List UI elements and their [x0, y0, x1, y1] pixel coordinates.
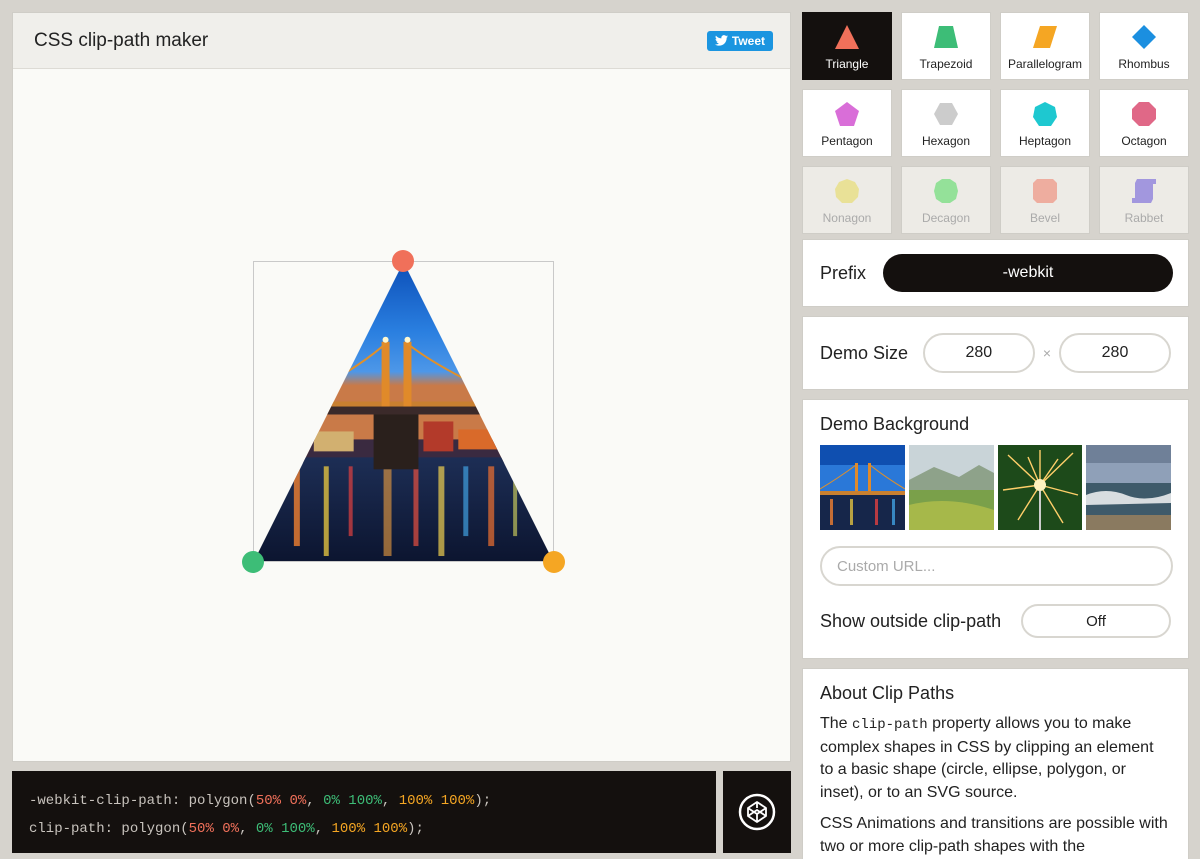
shape-hexagon[interactable]: Hexagon	[901, 89, 991, 157]
code-separator: ,	[306, 793, 324, 809]
hexagon-icon	[934, 103, 958, 125]
nonagon-icon	[835, 179, 859, 203]
shape-rhombus[interactable]: Rhombus	[1099, 12, 1189, 80]
parallelogram-icon	[1033, 26, 1057, 48]
about-p1-pre: The	[820, 715, 853, 732]
about-card: About Clip Paths The clip-path property …	[802, 668, 1189, 859]
tweet-button[interactable]: Tweet	[706, 30, 773, 51]
app-title: CSS clip-path maker	[34, 29, 209, 51]
demo-background-card: Demo Background Custom URL... Show outsi…	[802, 399, 1189, 659]
prefix-card: Prefix -webkit	[802, 239, 1189, 307]
demo-header: CSS clip-path maker Tweet	[13, 13, 790, 69]
code-property: clip-path:	[29, 821, 122, 837]
code-point-2: 0% 100%	[323, 793, 382, 809]
trapezoid-icon	[934, 26, 958, 48]
shape-pentagon[interactable]: Pentagon	[802, 89, 892, 157]
code-end: );	[474, 793, 492, 809]
shape-heptagon[interactable]: Heptagon	[1000, 89, 1090, 157]
bevel-icon	[1033, 179, 1057, 203]
show-outside-toggle[interactable]: Off	[1021, 604, 1171, 638]
shape-trapezoid[interactable]: Trapezoid	[901, 12, 991, 80]
code-separator: ,	[381, 793, 399, 809]
code-separator: ,	[239, 821, 256, 837]
code-function: polygon(	[121, 821, 189, 837]
background-thumbnails	[820, 445, 1171, 530]
heptagon-icon	[1033, 102, 1057, 126]
shape-parallelogram[interactable]: Parallelogram	[1000, 12, 1090, 80]
custom-url-input[interactable]	[820, 546, 1173, 586]
about-paragraph-1: The clip-path property allows you to mak…	[820, 713, 1171, 804]
shape-label: Bevel	[1029, 211, 1061, 225]
bridge-night-photo	[254, 262, 553, 561]
handle-bottom-left[interactable]	[242, 551, 264, 573]
pentagon-icon	[835, 102, 859, 126]
shape-rabbet[interactable]: Rabbet	[1099, 166, 1189, 234]
code-separator: ,	[314, 821, 332, 837]
shape-decagon[interactable]: Decagon	[901, 166, 991, 234]
handle-bottom-right[interactable]	[543, 551, 565, 573]
shape-octagon[interactable]: Octagon	[1099, 89, 1189, 157]
code-point-2: 0% 100%	[255, 821, 315, 837]
demo-area	[13, 70, 790, 761]
octagon-icon	[1132, 102, 1156, 126]
code-property: -webkit-clip-path:	[29, 793, 189, 809]
demo-panel: CSS clip-path maker Tweet	[12, 12, 791, 762]
size-inputs: ×	[922, 333, 1171, 373]
shape-label: Hexagon	[921, 134, 971, 148]
code-point-1: 50% 0%	[255, 793, 307, 809]
show-outside-row: Show outside clip-path Off	[820, 604, 1171, 638]
shape-triangle[interactable]: Triangle	[802, 12, 892, 80]
shape-label: Octagon	[1121, 134, 1167, 148]
thumb-bridge-night[interactable]	[820, 445, 905, 530]
clip-bounding-box	[253, 261, 554, 562]
prefix-toggle[interactable]: -webkit	[883, 254, 1173, 292]
shape-label: Pentagon	[821, 134, 873, 148]
demo-size-label: Demo Size	[820, 342, 909, 363]
thumb-sparkler[interactable]	[997, 445, 1083, 530]
code-line-standard: clip-path: polygon(50% 0%, 0% 100%, 100%…	[29, 815, 716, 843]
times-sign: ×	[1042, 345, 1051, 361]
triangle-icon	[835, 25, 859, 49]
about-p1-code: clip-path	[852, 717, 928, 733]
shape-label: Rhombus	[1118, 57, 1170, 71]
clipped-photo	[254, 262, 553, 561]
shape-label: Parallelogram	[1007, 57, 1083, 71]
shape-label: Heptagon	[1018, 134, 1072, 148]
thumb-green-valley[interactable]	[908, 445, 994, 530]
shape-label: Trapezoid	[919, 57, 973, 71]
rabbet-icon	[1132, 179, 1156, 203]
demo-size-card: Demo Size ×	[802, 316, 1189, 390]
code-line-webkit: -webkit-clip-path: polygon(50% 0%, 0% 10…	[29, 787, 716, 815]
shape-bevel[interactable]: Bevel	[1000, 166, 1090, 234]
shape-label: Decagon	[921, 211, 971, 225]
code-output: -webkit-clip-path: polygon(50% 0%, 0% 10…	[12, 771, 716, 853]
decagon-icon	[934, 179, 958, 203]
rhombus-icon	[1132, 25, 1156, 49]
handle-top[interactable]	[392, 250, 414, 272]
code-point-3: 100% 100%	[331, 821, 408, 837]
shape-label: Nonagon	[822, 211, 872, 225]
twitter-bird-icon	[714, 35, 728, 46]
demo-background-label: Demo Background	[820, 414, 970, 434]
height-input[interactable]	[1059, 333, 1171, 373]
code-point-1: 50% 0%	[188, 821, 240, 837]
thumb-ocean-waves[interactable]	[1086, 445, 1171, 530]
about-title: About Clip Paths	[820, 683, 955, 703]
shape-nonagon[interactable]: Nonagon	[802, 166, 892, 234]
code-function: polygon(	[188, 793, 256, 809]
codepen-button[interactable]	[723, 771, 791, 853]
prefix-label: Prefix	[820, 262, 867, 283]
code-point-3: 100% 100%	[398, 793, 475, 809]
shape-label: Triangle	[825, 57, 869, 71]
show-outside-label: Show outside clip-path	[820, 610, 1002, 631]
shape-label: Rabbet	[1124, 211, 1164, 225]
width-input[interactable]	[922, 333, 1035, 373]
codepen-icon	[738, 793, 776, 831]
tweet-label: Tweet	[731, 33, 765, 48]
code-end: );	[407, 821, 424, 837]
about-paragraph-2: CSS Animations and transitions are possi…	[820, 815, 1168, 855]
